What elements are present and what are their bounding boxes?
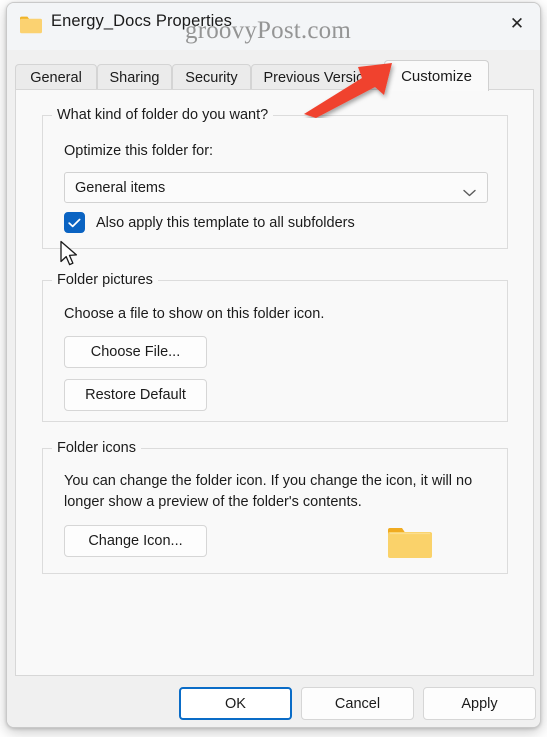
group-folder-icons: Folder icons You can change the folder i… <box>42 440 508 574</box>
restore-default-button[interactable]: Restore Default <box>64 379 207 411</box>
mouse-pointer-icon <box>59 240 79 268</box>
tab-previous-versions[interactable]: Previous Versions <box>251 64 392 90</box>
choose-file-label: Choose File... <box>90 344 181 360</box>
folder-pictures-description: Choose a file to show on this folder ico… <box>64 306 325 322</box>
tab-label: Previous Versions <box>263 69 380 86</box>
apply-button[interactable]: Apply <box>423 687 536 720</box>
tab-label: Sharing <box>109 69 160 86</box>
optimize-folder-label: Optimize this folder for: <box>64 143 214 159</box>
close-button[interactable]: ✕ <box>494 3 540 45</box>
properties-dialog: Energy_Docs Properties ✕ General Sharing… <box>6 2 541 728</box>
tab-customize[interactable]: Customize <box>384 60 489 91</box>
folder-preview-icon <box>386 522 434 562</box>
group-folder-kind: What kind of folder do you want? Optimiz… <box>42 107 508 249</box>
apply-to-subfolders-label: Also apply this template to all subfolde… <box>96 214 355 231</box>
tab-security[interactable]: Security <box>172 64 251 90</box>
watermark: groovyPost.com <box>185 17 351 44</box>
cancel-label: Cancel <box>334 695 381 712</box>
group-folder-kind-legend: What kind of folder do you want? <box>52 107 274 123</box>
customize-tab-panel: What kind of folder do you want? Optimiz… <box>15 89 534 676</box>
tab-label: General <box>30 69 82 86</box>
ok-button[interactable]: OK <box>179 687 292 720</box>
choose-file-button[interactable]: Choose File... <box>64 336 207 368</box>
chevron-down-icon <box>463 184 476 196</box>
tab-strip: General Sharing Security Previous Versio… <box>15 60 534 91</box>
group-folder-pictures-legend: Folder pictures <box>52 272 158 288</box>
dialog-footer: OK Cancel Apply <box>7 676 540 727</box>
folder-icons-description-line1: You can change the folder icon. If you c… <box>64 473 473 489</box>
checkmark-icon <box>68 218 81 227</box>
change-icon-button[interactable]: Change Icon... <box>64 525 207 557</box>
apply-label: Apply <box>461 695 498 712</box>
checkbox-box[interactable] <box>64 212 85 233</box>
restore-default-label: Restore Default <box>85 387 186 403</box>
close-icon: ✕ <box>509 13 525 34</box>
tab-sharing[interactable]: Sharing <box>97 64 172 90</box>
group-folder-pictures: Folder pictures Choose a file to show on… <box>42 272 508 422</box>
screenshot-root: Energy_Docs Properties ✕ General Sharing… <box>0 0 547 737</box>
tab-label: Customize <box>401 67 472 85</box>
folder-icons-description-line2: longer show a preview of the folder's co… <box>64 494 362 510</box>
folder-icon <box>19 15 43 35</box>
ok-label: OK <box>225 695 246 712</box>
tab-label: Security <box>185 69 238 86</box>
cancel-button[interactable]: Cancel <box>301 687 414 720</box>
optimize-folder-select[interactable]: General items <box>64 172 488 203</box>
change-icon-label: Change Icon... <box>88 533 183 549</box>
apply-to-subfolders-checkbox[interactable]: Also apply this template to all subfolde… <box>64 212 355 233</box>
optimize-folder-value: General items <box>75 179 166 196</box>
tab-general[interactable]: General <box>15 64 97 90</box>
group-folder-icons-legend: Folder icons <box>52 440 141 456</box>
